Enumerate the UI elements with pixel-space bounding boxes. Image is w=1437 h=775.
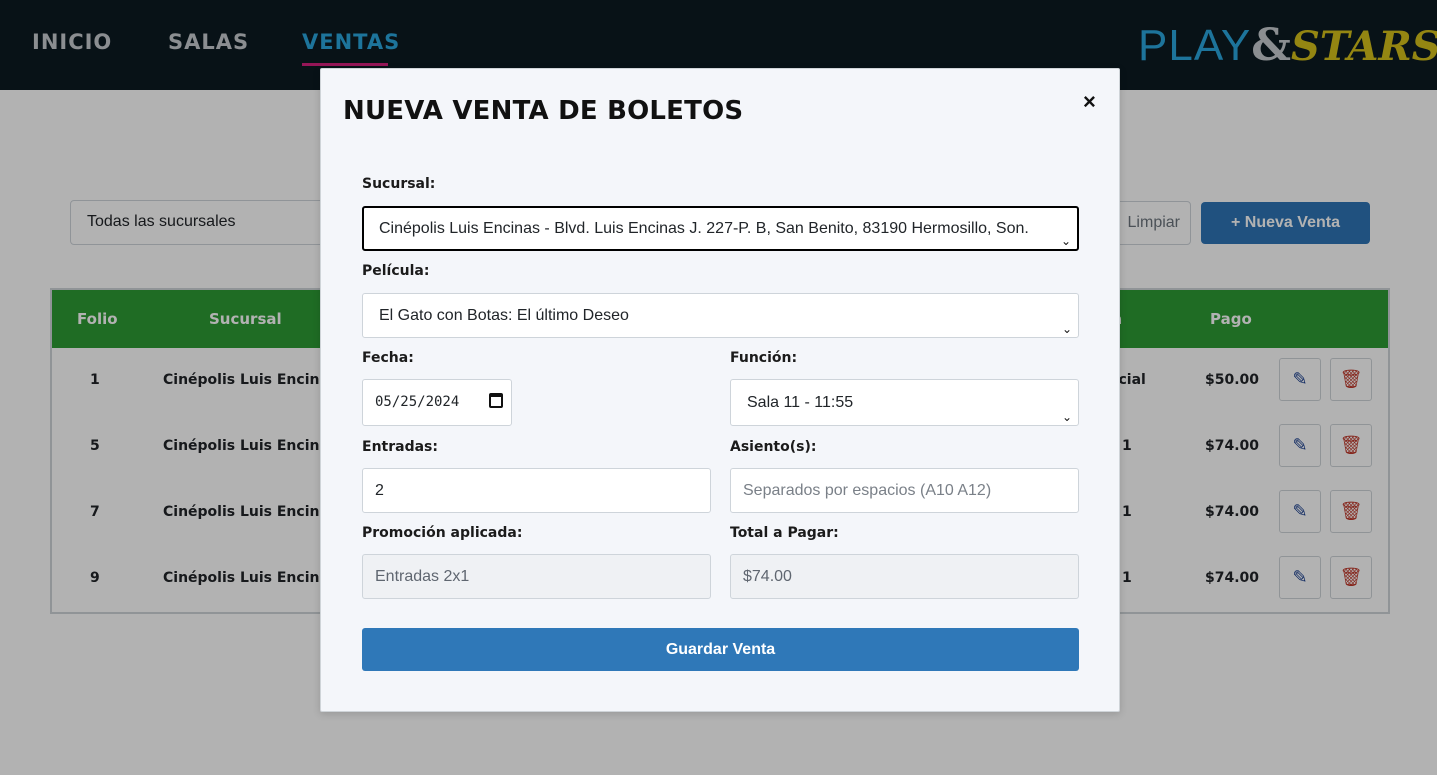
fecha-value: 05/25/2024: [375, 394, 460, 410]
pelicula-value: El Gato con Botas: El último Deseo: [379, 307, 629, 324]
nueva-venta-modal: NUEVA VENTA DE BOLETOS × Sucursal: Cinép…: [320, 68, 1120, 712]
asientos-input[interactable]: Separados por espacios (A10 A12): [730, 468, 1079, 513]
sucursal-value: Cinépolis Luis Encinas - Blvd. Luis Enci…: [379, 220, 1029, 237]
entradas-label: Entradas:: [362, 439, 438, 455]
fecha-label: Fecha:: [362, 350, 414, 366]
promocion-field: Entradas 2x1: [362, 554, 711, 599]
chevron-down-icon: ⌄: [1061, 321, 1072, 336]
promocion-label: Promoción aplicada:: [362, 525, 523, 541]
funcion-select[interactable]: Sala 11 - 11:55 ⌄: [730, 379, 1079, 426]
modal-title: NUEVA VENTA DE BOLETOS: [343, 96, 744, 126]
close-icon[interactable]: ×: [1083, 89, 1096, 115]
pelicula-label: Película:: [362, 263, 430, 279]
total-field: $74.00: [730, 554, 1079, 599]
pelicula-select[interactable]: El Gato con Botas: El último Deseo ⌄: [362, 293, 1079, 338]
funcion-value: Sala 11 - 11:55: [747, 394, 854, 411]
chevron-down-icon: ⌄: [1061, 409, 1072, 424]
fecha-input[interactable]: 05/25/2024: [362, 379, 512, 426]
sucursal-select[interactable]: Cinépolis Luis Encinas - Blvd. Luis Enci…: [362, 206, 1079, 251]
guardar-venta-button[interactable]: Guardar Venta: [362, 628, 1079, 671]
chevron-down-icon: ⌄: [1060, 233, 1071, 248]
total-label: Total a Pagar:: [730, 525, 839, 541]
sucursal-label: Sucursal:: [362, 176, 436, 192]
entradas-input[interactable]: 2: [362, 468, 711, 513]
asientos-label: Asiento(s):: [730, 439, 817, 455]
calendar-icon[interactable]: [489, 393, 503, 408]
funcion-label: Función:: [730, 350, 798, 366]
